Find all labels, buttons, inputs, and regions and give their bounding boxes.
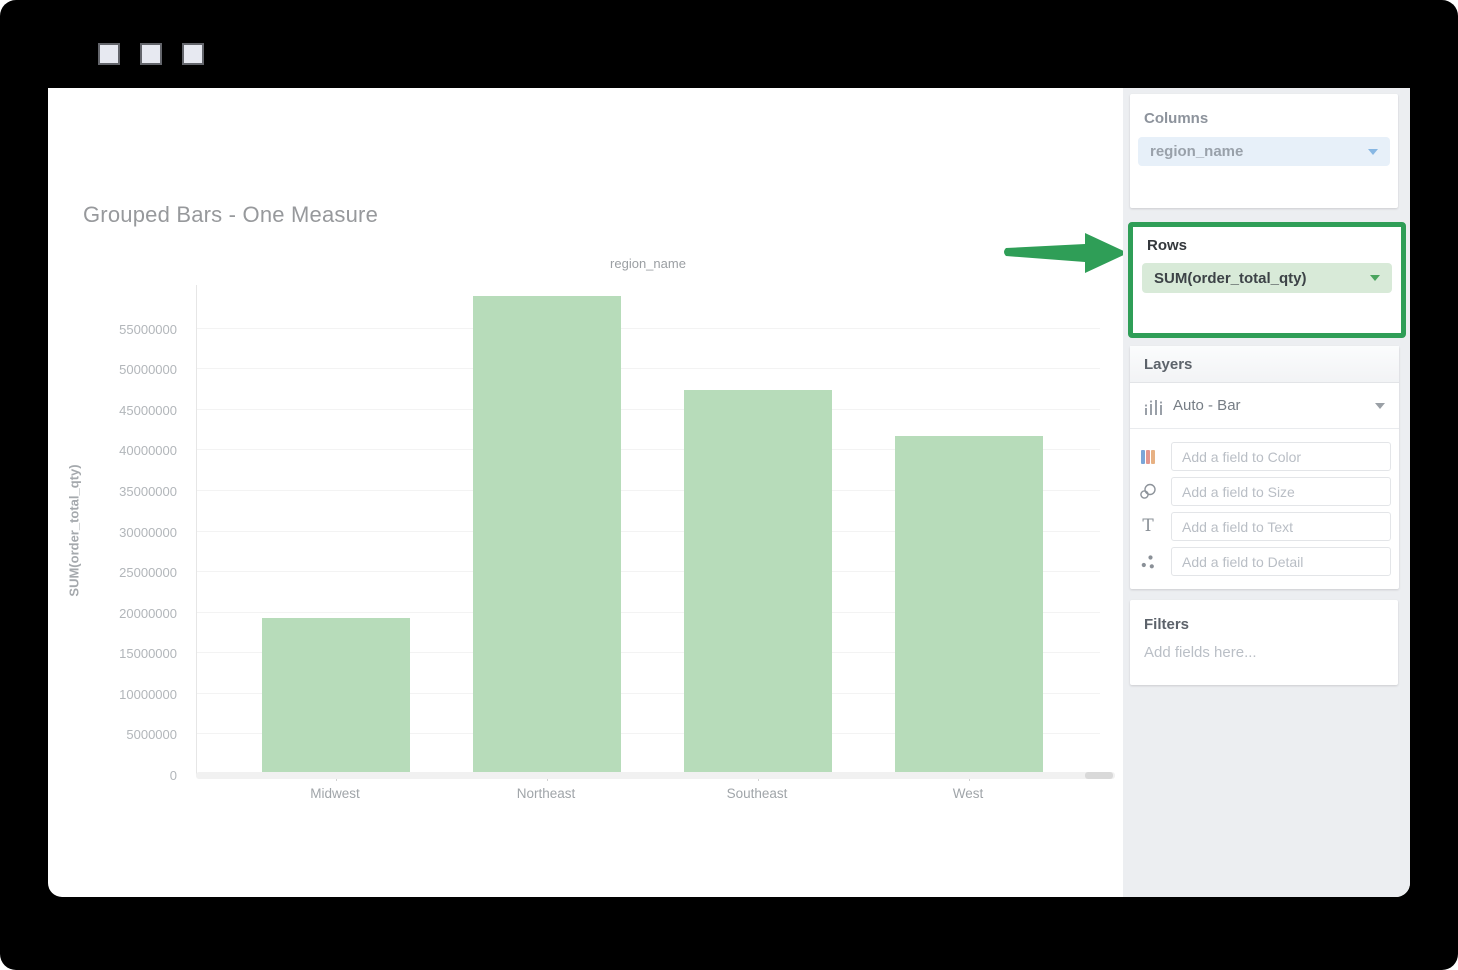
y-axis-ticks: 0500000010000000150000002000000025000000…: [48, 285, 188, 776]
filters-placeholder[interactable]: Add fields here...: [1130, 633, 1398, 661]
columns-header: Columns: [1130, 94, 1398, 137]
detail-field-input[interactable]: [1171, 547, 1391, 576]
y-tick-label: 35000000: [48, 484, 188, 500]
sidebar: Columns region_name Rows SUM(order_total…: [1123, 88, 1410, 897]
x-tick-label-northeast: Northeast: [517, 786, 576, 801]
x-axis-labels: Midwest Northeast Southeast West: [196, 786, 1100, 806]
x-tick-label-west: West: [953, 786, 984, 801]
y-tick-label: 45000000: [48, 403, 188, 419]
bar-west[interactable]: [895, 436, 1043, 775]
chevron-down-icon: [1375, 403, 1385, 409]
y-tick-label: 30000000: [48, 525, 188, 541]
filters-header: Filters: [1130, 600, 1398, 633]
y-tick-label: 20000000: [48, 606, 188, 622]
layer-field-slots: T: [1130, 429, 1399, 576]
main-content: Grouped Bars - One Measure region_name S…: [48, 88, 1410, 897]
rows-field-label: SUM(order_total_qty): [1154, 270, 1307, 287]
layer-type-dropdown[interactable]: Auto - Bar: [1130, 383, 1399, 429]
bar-midwest[interactable]: [262, 618, 410, 775]
bar-chart-layer-icon: [1144, 397, 1164, 415]
color-field-input[interactable]: [1171, 442, 1391, 471]
gridline: [197, 328, 1100, 329]
text-slot-row: T: [1138, 512, 1391, 541]
gridline: [197, 409, 1100, 410]
layers-header: Layers: [1130, 346, 1399, 383]
window-control-square-2[interactable]: [140, 43, 162, 65]
filters-section: Filters Add fields here...: [1130, 600, 1398, 685]
chart-title: Grouped Bars - One Measure: [83, 202, 378, 228]
layer-type-label: Auto - Bar: [1173, 397, 1241, 414]
green-arrow-annotation-icon: [1003, 225, 1130, 281]
y-tick-label: 25000000: [48, 565, 188, 581]
app-window: Grouped Bars - One Measure region_name S…: [0, 0, 1458, 970]
y-tick-label: 0: [48, 768, 188, 784]
x-axis-title: region_name: [196, 256, 1100, 271]
y-tick-label: 10000000: [48, 687, 188, 703]
rows-section-highlighted: Rows SUM(order_total_qty): [1128, 222, 1406, 338]
caret-down-icon: [1368, 149, 1378, 155]
x-tick-label-midwest: Midwest: [310, 786, 360, 801]
y-tick-label: 40000000: [48, 443, 188, 459]
window-control-square-3[interactable]: [182, 43, 204, 65]
text-icon: T: [1138, 518, 1158, 536]
y-tick-label: 50000000: [48, 362, 188, 378]
columns-field-label: region_name: [1150, 143, 1243, 160]
y-tick-label: 15000000: [48, 646, 188, 662]
gridline: [197, 368, 1100, 369]
size-circles-icon: [1138, 483, 1158, 501]
detail-dots-icon: [1138, 553, 1158, 571]
horizontal-scrollbar[interactable]: [196, 772, 1115, 779]
scrollbar-thumb[interactable]: [1085, 772, 1113, 779]
x-tick-label-southeast: Southeast: [727, 786, 788, 801]
size-slot-row: [1138, 477, 1391, 506]
text-field-input[interactable]: [1171, 512, 1391, 541]
plot-area: [196, 285, 1100, 776]
window-control-square-1[interactable]: [98, 43, 120, 65]
y-tick-label: 55000000: [48, 322, 188, 338]
columns-section: Columns region_name: [1130, 94, 1398, 208]
bar-southeast[interactable]: [684, 390, 832, 775]
bar-northeast[interactable]: [473, 296, 621, 775]
layers-section: Layers Auto - Bar: [1130, 346, 1399, 589]
rows-field-pill[interactable]: SUM(order_total_qty): [1142, 263, 1392, 293]
rows-header: Rows: [1133, 227, 1401, 263]
color-slot-row: [1138, 442, 1391, 471]
detail-slot-row: [1138, 547, 1391, 576]
caret-down-icon: [1370, 275, 1380, 281]
color-bars-icon: [1138, 448, 1158, 466]
columns-field-pill[interactable]: region_name: [1138, 137, 1390, 166]
size-field-input[interactable]: [1171, 477, 1391, 506]
y-tick-label: 5000000: [48, 727, 188, 743]
